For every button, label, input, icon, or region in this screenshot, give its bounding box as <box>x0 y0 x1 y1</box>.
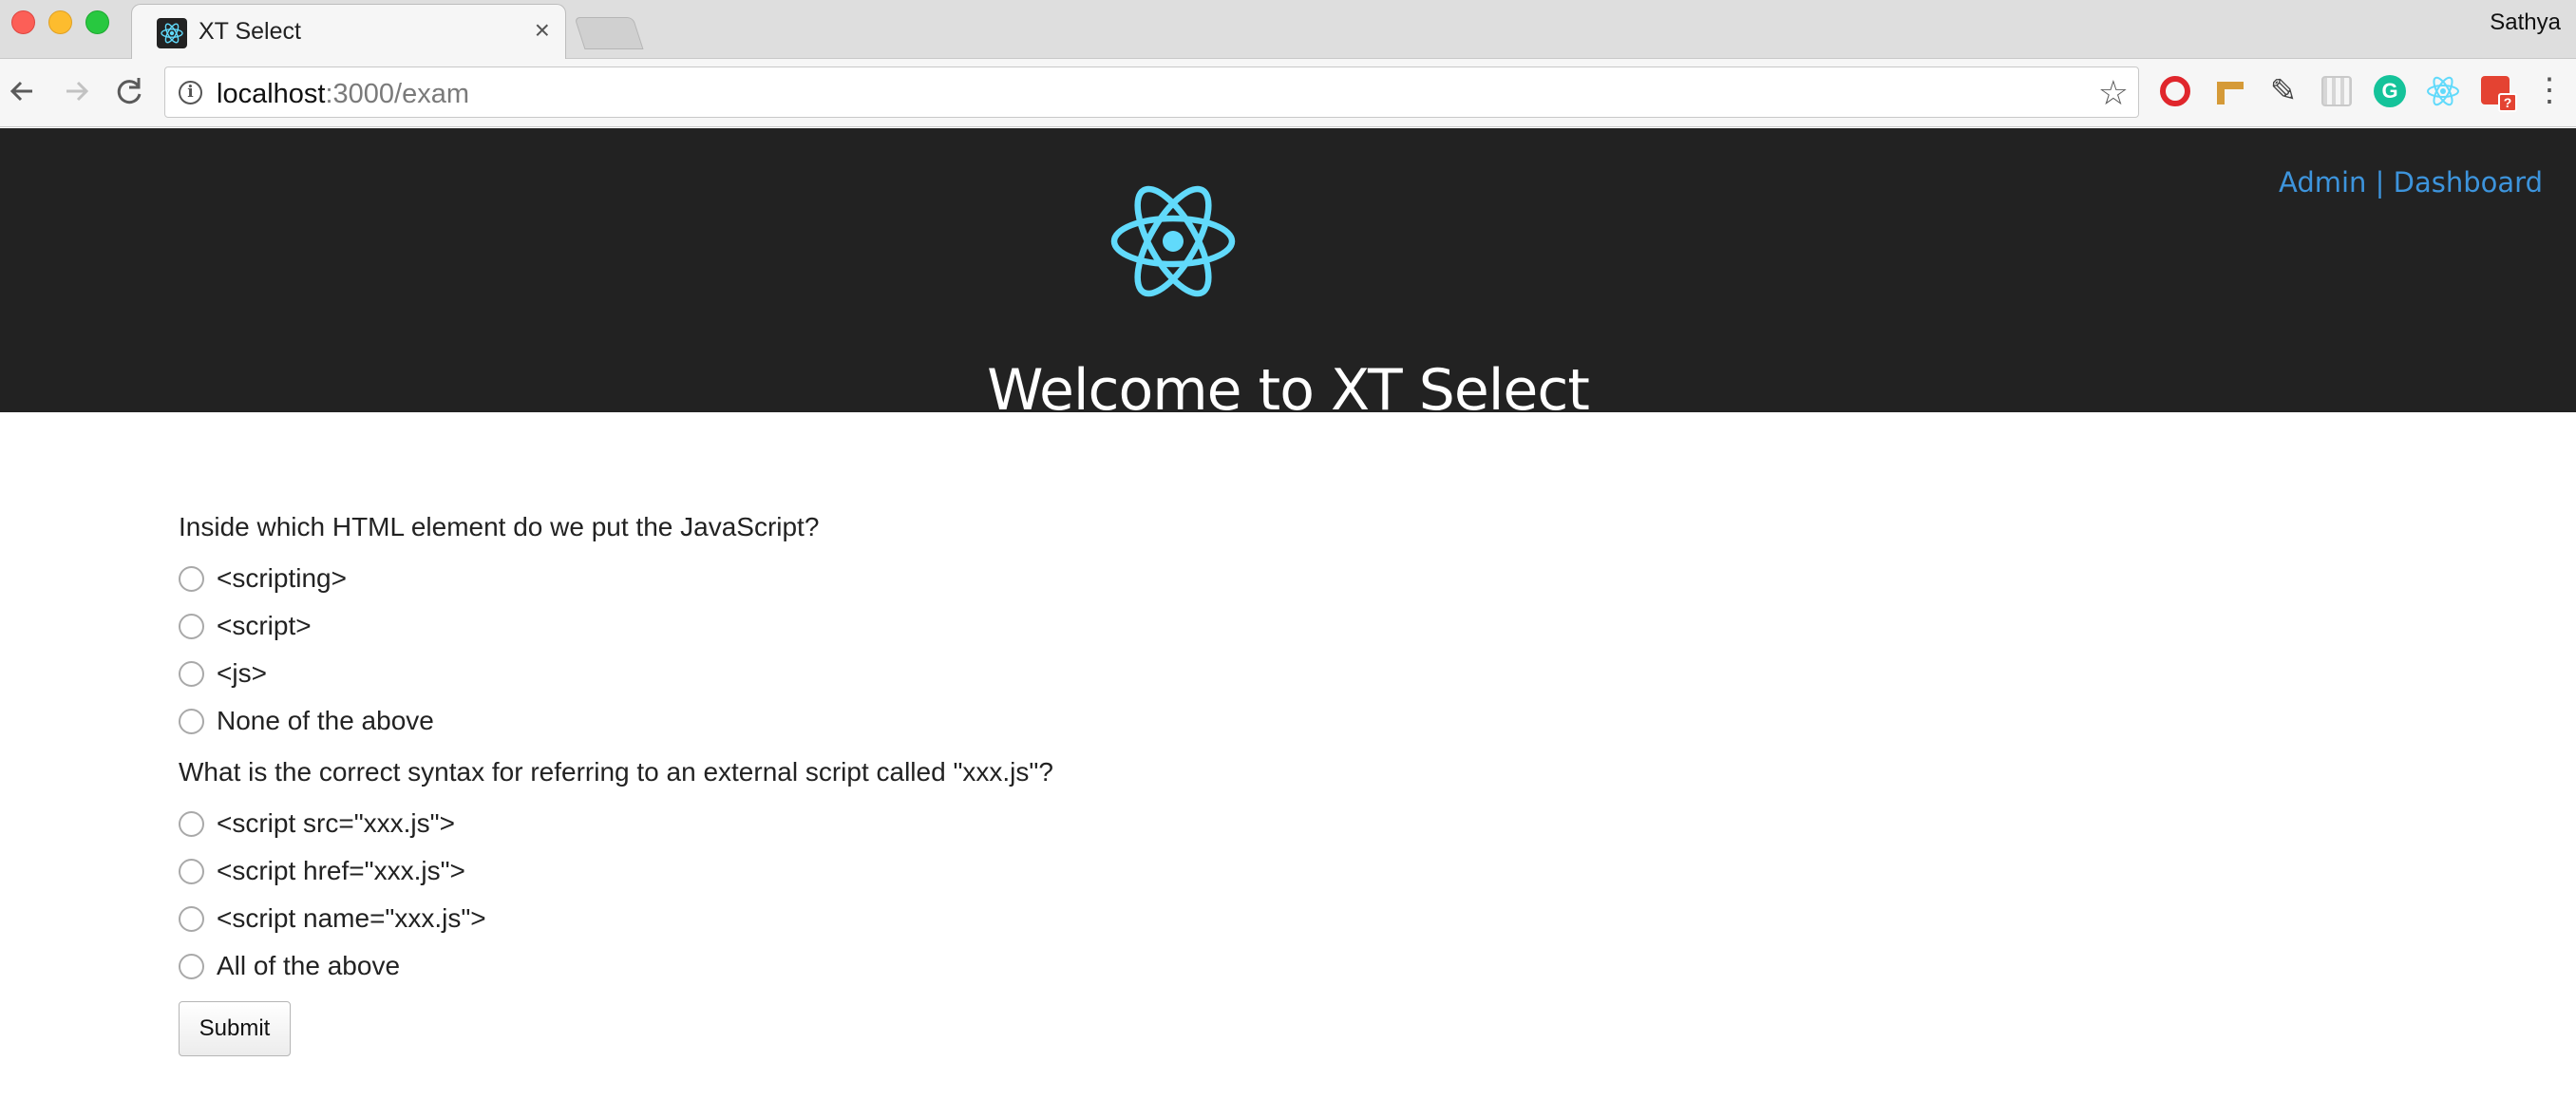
url-text[interactable]: localhost:3000/exam <box>217 79 469 110</box>
opera-extension-icon[interactable] <box>2156 72 2194 110</box>
question-1-option-3[interactable]: <js> <box>179 650 1053 697</box>
todoist-extension-icon[interactable]: ? <box>2477 72 2517 112</box>
star-icon[interactable]: ☆ <box>2098 73 2129 113</box>
question-1-option-2[interactable]: <script> <box>179 602 1053 650</box>
radio-button[interactable] <box>179 661 204 687</box>
radio-button[interactable] <box>179 811 204 837</box>
browser-menu-icon[interactable]: ⋮ <box>2530 72 2568 110</box>
profile-name[interactable]: Sathya <box>2490 9 2561 36</box>
app-header: Admin | Dashboard Welcome to XT Select <box>0 128 2576 412</box>
link-separator: | <box>2375 166 2385 199</box>
exam-form: Inside which HTML element do we put the … <box>179 507 1053 1056</box>
browser-titlebar: XT Select × Sathya <box>0 0 2576 59</box>
radio-button[interactable] <box>179 906 204 932</box>
question-1-option-1[interactable]: <scripting> <box>179 555 1053 602</box>
option-label: <script src="xxx.js"> <box>217 808 455 838</box>
address-bar[interactable]: i localhost:3000/exam ☆ <box>164 66 2139 118</box>
radio-button[interactable] <box>179 954 204 979</box>
tab-close-icon[interactable]: × <box>535 15 550 45</box>
radio-button[interactable] <box>179 859 204 884</box>
question-2-option-3[interactable]: <script name="xxx.js"> <box>179 895 1053 942</box>
url-path: :3000/exam <box>325 79 470 109</box>
forward-arrow-icon[interactable] <box>57 72 95 110</box>
radio-button[interactable] <box>179 614 204 639</box>
option-label: <script> <box>217 611 312 640</box>
submit-button[interactable]: Submit <box>179 1001 291 1056</box>
radio-button[interactable] <box>179 709 204 734</box>
reload-icon[interactable] <box>110 72 148 110</box>
dashboard-link[interactable]: Dashboard <box>2394 166 2543 199</box>
react-logo-icon <box>1108 176 1239 312</box>
url-host: localhost <box>217 79 326 109</box>
back-arrow-icon[interactable] <box>4 72 42 110</box>
maximize-window-button[interactable] <box>85 10 109 34</box>
question-1-option-4[interactable]: None of the above <box>179 697 1053 745</box>
new-tab-button[interactable] <box>574 17 644 49</box>
question-2: What is the correct syntax for referring… <box>179 757 1053 787</box>
option-label: <script href="xxx.js"> <box>217 856 465 885</box>
react-favicon-icon <box>157 18 187 48</box>
tab-title: XT Select <box>199 18 301 45</box>
browser-tab[interactable]: XT Select × <box>131 4 566 59</box>
admin-link[interactable]: Admin <box>2279 166 2366 199</box>
page-title: Welcome to XT Select <box>987 357 1590 412</box>
option-label: <scripting> <box>217 563 347 593</box>
radio-button[interactable] <box>179 566 204 592</box>
react-devtools-extension-icon[interactable] <box>2424 72 2462 110</box>
close-window-button[interactable] <box>11 10 35 34</box>
option-label: None of the above <box>217 706 434 735</box>
header-links: Admin | Dashboard <box>2279 166 2543 199</box>
browser-toolbar: i localhost:3000/exam ☆ ✎ G ? ⋮ <box>0 59 2576 127</box>
info-icon[interactable]: i <box>179 81 202 104</box>
minimize-window-button[interactable] <box>48 10 72 34</box>
question-1: Inside which HTML element do we put the … <box>179 512 820 541</box>
option-label: <js> <box>217 658 267 688</box>
question-2-option-4[interactable]: All of the above <box>179 942 1053 990</box>
pencil-extension-icon[interactable]: ✎ <box>2264 72 2302 110</box>
grammarly-extension-icon[interactable]: G <box>2371 72 2409 110</box>
question-2-option-2[interactable]: <script href="xxx.js"> <box>179 847 1053 895</box>
grid-extension-icon[interactable] <box>2318 72 2356 110</box>
question-2-option-1[interactable]: <script src="xxx.js"> <box>179 800 1053 847</box>
option-label: All of the above <box>217 951 401 980</box>
option-label: <script name="xxx.js"> <box>217 903 486 933</box>
ruler-extension-icon[interactable] <box>2211 72 2249 110</box>
